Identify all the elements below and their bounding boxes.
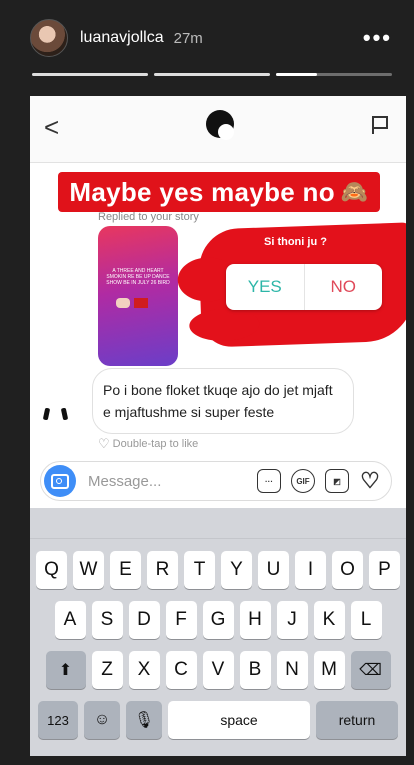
camera-icon bbox=[51, 473, 69, 489]
key[interactable]: U bbox=[258, 551, 289, 589]
key[interactable]: V bbox=[202, 651, 234, 689]
keyboard-row-1: Q W E R T Y U I O P bbox=[30, 551, 406, 589]
monkey-emoji-icon: 🙈 bbox=[340, 179, 369, 204]
key[interactable]: N bbox=[276, 651, 308, 689]
key[interactable]: H bbox=[239, 601, 271, 639]
keyboard-suggestion-bar bbox=[30, 508, 406, 539]
heart-icon[interactable]: ♡ bbox=[359, 468, 381, 493]
keyboard-row-3: ⬆ Z X C V B N M ⌫ bbox=[30, 651, 406, 689]
poll-question: Si thoni ju ? bbox=[264, 236, 327, 248]
user-avatar[interactable] bbox=[30, 19, 68, 57]
like-hint-text: Double-tap to like bbox=[112, 438, 199, 450]
key[interactable]: A bbox=[54, 601, 86, 639]
heart-outline-icon: ♡ bbox=[98, 436, 110, 451]
replied-label: Replied to your story bbox=[98, 211, 199, 223]
contact-avatar[interactable] bbox=[206, 110, 234, 140]
progress-segment bbox=[32, 73, 148, 76]
sender-avatar bbox=[40, 400, 70, 430]
more-options-icon[interactable]: ••• bbox=[363, 25, 392, 51]
composer-actions: ··· GIF ◩ ♡ bbox=[257, 468, 381, 493]
key[interactable]: L bbox=[350, 601, 382, 639]
flag-albania-icon bbox=[134, 298, 148, 308]
progress-segment bbox=[154, 73, 270, 76]
key[interactable]: M bbox=[313, 651, 345, 689]
story-thumbnail[interactable]: A THREE AND HEART SMOKIN RE BE UP DANCE … bbox=[98, 226, 178, 366]
numbers-key[interactable]: 123 bbox=[38, 701, 78, 739]
space-key[interactable]: space bbox=[168, 701, 310, 739]
camera-button[interactable] bbox=[44, 465, 76, 497]
key[interactable]: B bbox=[239, 651, 271, 689]
hands-icon bbox=[116, 298, 130, 308]
shift-key[interactable]: ⬆ bbox=[45, 651, 86, 689]
flag-icon[interactable] bbox=[372, 116, 388, 134]
key[interactable]: J bbox=[276, 601, 308, 639]
post-time: 27m bbox=[173, 29, 203, 47]
key[interactable]: P bbox=[369, 551, 400, 589]
gallery-icon[interactable]: ◩ bbox=[325, 469, 349, 493]
story-viewer: luanavjollca 27m ••• < Maybe yes maybe n… bbox=[0, 0, 414, 765]
message-bubble[interactable]: Po i bone floket tkuqe ajo do jet mjaft … bbox=[92, 368, 354, 434]
key[interactable]: O bbox=[332, 551, 363, 589]
story-progress bbox=[32, 73, 392, 76]
key[interactable]: W bbox=[73, 551, 104, 589]
key[interactable]: Y bbox=[221, 551, 252, 589]
thumbnail-icons bbox=[116, 298, 148, 308]
key[interactable]: E bbox=[110, 551, 141, 589]
caption-banner: Maybe yes maybe no 🙈 bbox=[58, 172, 380, 212]
chat-bubble-icon[interactable]: ··· bbox=[257, 469, 281, 493]
poll-option-yes[interactable]: YES bbox=[226, 264, 305, 310]
key[interactable]: Z bbox=[91, 651, 123, 689]
message-input[interactable] bbox=[86, 471, 240, 491]
poll-sticker: YES NO bbox=[226, 264, 382, 310]
key[interactable]: I bbox=[295, 551, 326, 589]
key[interactable]: T bbox=[184, 551, 215, 589]
username[interactable]: luanavjollca bbox=[80, 29, 164, 47]
message-composer: ··· GIF ◩ ♡ bbox=[40, 461, 392, 501]
gif-icon[interactable]: GIF bbox=[291, 469, 315, 493]
caption-text: Maybe yes maybe no bbox=[69, 176, 335, 207]
delete-key[interactable]: ⌫ bbox=[350, 651, 391, 689]
keyboard-row-2: A S D F G H J K L bbox=[30, 601, 406, 639]
key[interactable]: R bbox=[147, 551, 178, 589]
emoji-key-icon[interactable]: ☺ bbox=[84, 701, 120, 739]
return-key[interactable]: return bbox=[316, 701, 398, 739]
progress-segment-active bbox=[276, 73, 392, 76]
dm-header: < bbox=[30, 96, 406, 163]
back-icon[interactable]: < bbox=[44, 112, 59, 143]
key[interactable]: F bbox=[165, 601, 197, 639]
key[interactable]: D bbox=[128, 601, 160, 639]
keyboard-row-4: 123 ☺ 🎙 space return bbox=[30, 701, 406, 739]
dm-screenshot: < Maybe yes maybe no 🙈 Replied to your s… bbox=[30, 96, 406, 756]
key[interactable]: Q bbox=[36, 551, 67, 589]
thumbnail-text: A THREE AND HEART SMOKIN RE BE UP DANCE … bbox=[106, 268, 170, 286]
story-header: luanavjollca 27m ••• bbox=[30, 16, 392, 60]
key[interactable]: K bbox=[313, 601, 345, 639]
key[interactable]: C bbox=[165, 651, 197, 689]
poll-option-no[interactable]: NO bbox=[305, 264, 383, 310]
key[interactable]: S bbox=[91, 601, 123, 639]
like-hint: ♡ Double-tap to like bbox=[98, 436, 198, 452]
key[interactable]: G bbox=[202, 601, 234, 639]
key[interactable]: X bbox=[128, 651, 160, 689]
microphone-key-icon[interactable]: 🎙 bbox=[126, 701, 162, 739]
keyboard: Q W E R T Y U I O P A S D F G H J K L ⬆ … bbox=[30, 508, 406, 756]
